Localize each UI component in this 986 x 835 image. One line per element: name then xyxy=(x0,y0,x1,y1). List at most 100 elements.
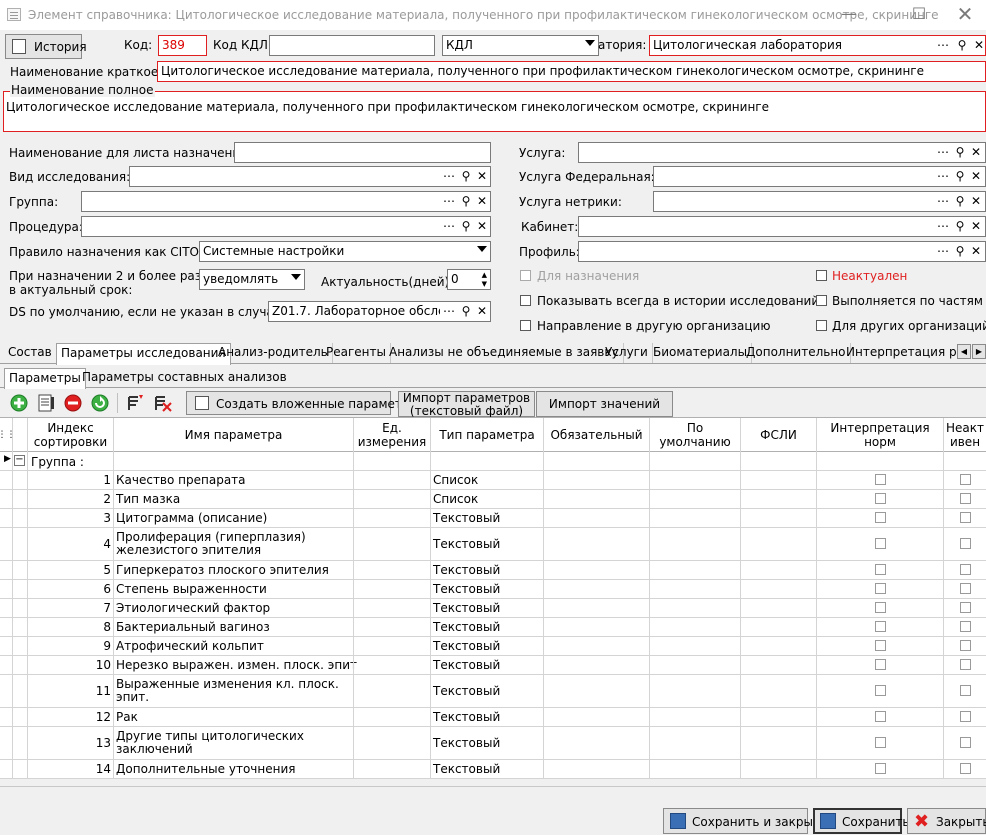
tab-services[interactable]: Услуги xyxy=(601,343,653,363)
clear-icon[interactable]: ✕ xyxy=(475,169,489,184)
tab-reagents[interactable]: Реагенты xyxy=(322,343,391,363)
search-icon[interactable]: ⚲ xyxy=(459,169,473,184)
subtab-params[interactable]: Параметры xyxy=(4,368,86,389)
tab-parent-analysis[interactable]: Анализ-родитель xyxy=(214,343,333,363)
create-nested-button[interactable]: Создать вложенные параметры xyxy=(186,391,419,415)
search-icon[interactable]: ⚲ xyxy=(953,145,967,160)
header-inactive[interactable]: Неакт ивен xyxy=(944,418,986,452)
ellipsis-icon[interactable]: ⋯ xyxy=(936,244,950,259)
maximize-icon[interactable]: ☐ xyxy=(896,0,942,30)
row-interp-checkbox[interactable] xyxy=(875,474,886,485)
kdl-select[interactable]: КДЛ xyxy=(442,35,599,56)
add-icon[interactable] xyxy=(9,393,29,413)
clear-icon[interactable]: ✕ xyxy=(475,219,489,234)
filter-icon[interactable] xyxy=(126,393,146,413)
row-interp-checkbox[interactable] xyxy=(875,602,886,613)
row-interp-checkbox[interactable] xyxy=(875,737,886,748)
row-interp-checkbox[interactable] xyxy=(875,538,886,549)
short-name-field[interactable]: Цитологическое исследование материала, п… xyxy=(157,61,986,82)
save-button[interactable]: Сохранить xyxy=(813,808,910,834)
clear-icon[interactable]: ✕ xyxy=(475,304,489,319)
table-row[interactable]: 1 Качество препарата Список xyxy=(0,471,986,490)
header-type[interactable]: Тип параметра xyxy=(431,418,543,452)
close-icon[interactable]: ✕ xyxy=(942,0,986,30)
tab-additional[interactable]: Дополнительно xyxy=(742,343,851,363)
row-interp-checkbox[interactable] xyxy=(875,711,886,722)
search-icon[interactable]: ⚲ xyxy=(953,194,967,209)
ellipsis-icon[interactable]: ⋯ xyxy=(936,38,950,53)
clear-icon[interactable]: ✕ xyxy=(969,169,983,184)
cabinet-lookup[interactable]: ⋯ ⚲ ✕ xyxy=(578,216,986,237)
twice-select[interactable]: уведомлять xyxy=(199,269,305,290)
clear-icon[interactable]: ✕ xyxy=(969,219,983,234)
search-icon[interactable]: ⚲ xyxy=(459,219,473,234)
row-interp-checkbox[interactable] xyxy=(875,583,886,594)
row-inactive-checkbox[interactable] xyxy=(960,685,971,696)
import-params-button[interactable]: Импорт параметров (текстовый файл) xyxy=(398,391,535,418)
table-row[interactable]: 12 Рак Текстовый xyxy=(0,708,986,727)
study-type-lookup[interactable]: ⋯ ⚲ ✕ xyxy=(129,166,491,187)
profile-lookup[interactable]: ⋯ ⚲ ✕ xyxy=(578,241,986,262)
spin-down-icon[interactable]: ▼ xyxy=(482,280,487,288)
row-inactive-checkbox[interactable] xyxy=(960,474,971,485)
table-row[interactable]: 3 Цитограмма (описание) Текстовый xyxy=(0,509,986,528)
group-row[interactable]: ▶ − Группа : xyxy=(0,452,986,471)
for-assign-checkbox[interactable] xyxy=(520,270,531,281)
import-values-button[interactable]: Импорт значений xyxy=(536,391,673,417)
spin-up-icon[interactable]: ▲ xyxy=(482,271,487,279)
close-button[interactable]: ✖ Закрыть xyxy=(907,808,986,834)
clear-icon[interactable]: ✕ xyxy=(969,145,983,160)
delete-icon[interactable] xyxy=(63,393,83,413)
lab-lookup[interactable]: Цитологическая лаборатория ⋯ ⚲ ✕ xyxy=(649,35,986,56)
row-inactive-checkbox[interactable] xyxy=(960,493,971,504)
header-interp[interactable]: Интерпретация норм xyxy=(817,418,943,452)
inactive-checkbox[interactable] xyxy=(816,270,827,281)
table-row[interactable]: 2 Тип мазка Список xyxy=(0,490,986,509)
search-icon[interactable]: ⚲ xyxy=(459,304,473,319)
cito-select[interactable]: Системные настройки xyxy=(199,241,491,262)
service-fed-lookup[interactable]: ⋯ ⚲ ✕ xyxy=(653,166,986,187)
ellipsis-icon[interactable]: ⋯ xyxy=(936,194,950,209)
header-name[interactable]: Имя параметра xyxy=(114,418,353,452)
service-metric-lookup[interactable]: ⋯ ⚲ ✕ xyxy=(653,191,986,212)
table-row[interactable]: 7 Этиологический фактор Текстовый xyxy=(0,599,986,618)
header-index[interactable]: Индекс сортировки xyxy=(28,418,113,452)
tab-non-merged[interactable]: Анализы не объединяемые в заявку xyxy=(385,343,624,363)
row-inactive-checkbox[interactable] xyxy=(960,640,971,651)
ellipsis-icon[interactable]: ⋯ xyxy=(936,169,950,184)
tab-biomaterials[interactable]: Биоматериалы xyxy=(649,343,753,363)
table-row[interactable]: 14 Дополнительные уточнения Текстовый xyxy=(0,760,986,779)
by-parts-checkbox[interactable] xyxy=(816,295,827,306)
tab-scroll-left-icon[interactable]: ◀ xyxy=(957,344,971,359)
row-inactive-checkbox[interactable] xyxy=(960,583,971,594)
actual-spinner[interactable]: 0 ▲ ▼ xyxy=(447,269,491,290)
clear-icon[interactable]: ✕ xyxy=(969,194,983,209)
table-row[interactable]: 4 Пролиферация (гиперплазия) железистого э… xyxy=(0,528,986,561)
collapse-icon[interactable]: − xyxy=(14,455,25,466)
table-row[interactable]: 10 Нерезко выражен. измен. плоск. эпит Тек… xyxy=(0,656,986,675)
row-inactive-checkbox[interactable] xyxy=(960,538,971,549)
edit-icon[interactable] xyxy=(36,393,56,413)
show-always-checkbox[interactable] xyxy=(520,295,531,306)
row-inactive-checkbox[interactable] xyxy=(960,621,971,632)
subtab-composite-params[interactable]: Параметры составных анализов xyxy=(78,368,291,388)
minimize-icon[interactable]: — xyxy=(826,0,872,30)
service-lookup[interactable]: ⋯ ⚲ ✕ xyxy=(578,142,986,163)
table-row[interactable]: 8 Бактериальный вагиноз Текстовый xyxy=(0,618,986,637)
row-interp-checkbox[interactable] xyxy=(875,685,886,696)
refresh-icon[interactable] xyxy=(90,393,110,413)
clear-icon[interactable]: ✕ xyxy=(475,194,489,209)
row-inactive-checkbox[interactable] xyxy=(960,512,971,523)
table-row[interactable]: 6 Степень выраженности Текстовый xyxy=(0,580,986,599)
row-interp-checkbox[interactable] xyxy=(875,640,886,651)
table-row[interactable]: 9 Атрофический кольпит Текстовый xyxy=(0,637,986,656)
save-close-button[interactable]: Сохранить и закрыть xyxy=(663,808,827,834)
header-default[interactable]: По умолчанию xyxy=(650,418,740,452)
header-unit[interactable]: Ед. измерения xyxy=(354,418,430,452)
other-orgs-checkbox[interactable] xyxy=(816,320,827,331)
table-row[interactable]: 11 Выраженные изменения кл. плоск. эпит. Те… xyxy=(0,675,986,708)
row-interp-checkbox[interactable] xyxy=(875,659,886,670)
group-lookup[interactable]: ⋯ ⚲ ✕ xyxy=(81,191,491,212)
header-fsli[interactable]: ФСЛИ xyxy=(741,418,816,452)
ellipsis-icon[interactable]: ⋯ xyxy=(442,304,456,319)
